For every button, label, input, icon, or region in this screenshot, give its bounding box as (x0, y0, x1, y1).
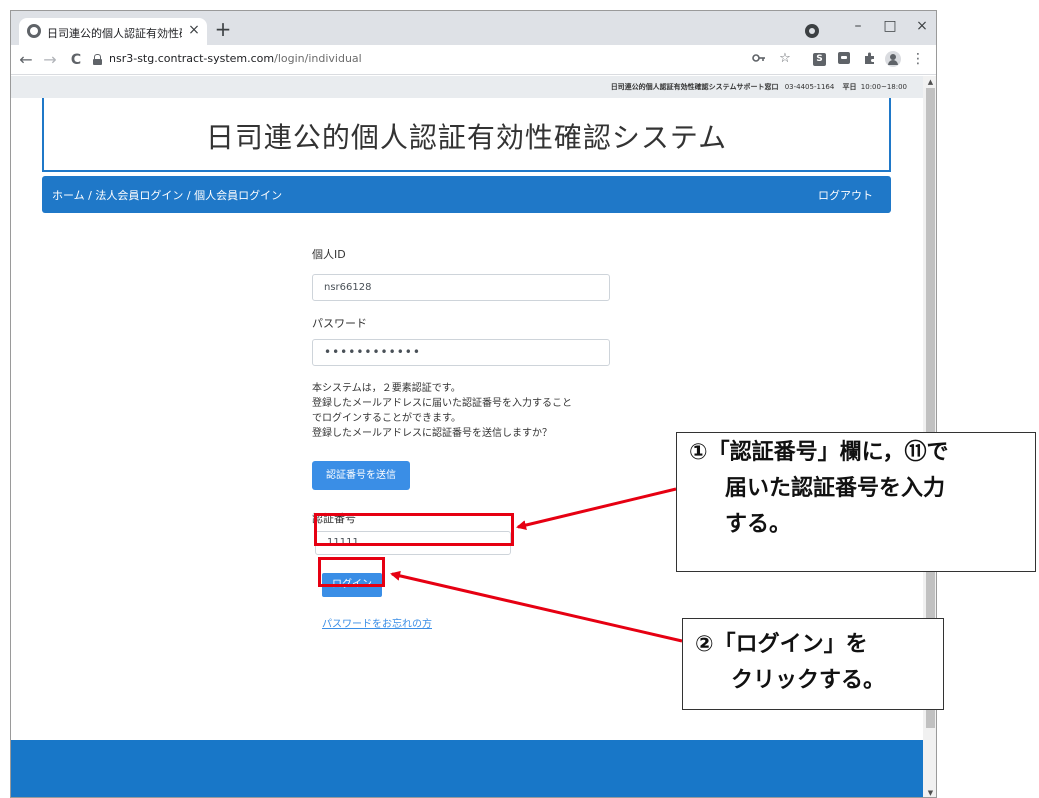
support-phone: 03-4405-1164 (784, 83, 835, 91)
breadcrumb[interactable]: ホーム / 法人会員ログイン / 個人会員ログイン (52, 187, 282, 203)
forward-button[interactable]: → (39, 49, 61, 71)
scroll-down-arrow-icon[interactable]: ▼ (926, 789, 935, 797)
callout-click-login: ②「ログイン」を クリックする。 (682, 618, 944, 710)
url-path: /login/individual (274, 52, 362, 65)
tab-close-icon[interactable]: × (186, 22, 202, 38)
code-input-highlight (314, 513, 514, 546)
browser-toolbar: ← → C nsr3-stg.contract-system.com/login… (11, 45, 936, 75)
maximize-button[interactable]: □ (875, 15, 905, 37)
star-icon[interactable]: ☆ (777, 51, 793, 67)
tab-strip: 日司連公的個人認証有効性確認シ × + – □ × (11, 11, 936, 45)
scroll-up-arrow-icon[interactable]: ▲ (926, 78, 935, 86)
support-hours-label: 平日 (842, 83, 857, 91)
extension-s-icon[interactable]: S (813, 53, 826, 66)
login-button-highlight (318, 557, 385, 587)
url-text[interactable]: nsr3-stg.contract-system.com/login/indiv… (109, 52, 362, 65)
send-code-button[interactable]: 認証番号を送信 (312, 461, 410, 490)
media-indicator-icon[interactable] (805, 24, 819, 38)
url-host: nsr3-stg.contract-system.com (109, 52, 275, 65)
menu-icon[interactable]: ⋮ (910, 51, 926, 67)
reload-button[interactable]: C (65, 49, 87, 71)
minimize-button[interactable]: – (843, 15, 873, 37)
page-footer (11, 740, 923, 797)
forgot-password-link[interactable]: パスワードをお忘れの方 (322, 615, 432, 630)
back-button[interactable]: ← (15, 49, 37, 71)
callout-line: する。 (725, 512, 792, 537)
address-bar[interactable]: nsr3-stg.contract-system.com/login/indiv… (91, 49, 736, 71)
callout-line: ②「ログイン」を (695, 632, 868, 657)
lock-icon[interactable] (93, 54, 102, 65)
support-label: 日司連公的個人認証有効性確認システムサポート窓口 (610, 83, 779, 91)
support-hours: 10:00~18:00 (860, 83, 907, 91)
notice-line: 本システムは，２要素認証です。 (312, 383, 461, 394)
callout-enter-code: ①「認証番号」欄に，⑪で 届いた認証番号を入力 する。 (676, 432, 1036, 572)
notice-line: 登録したメールアドレスに認証番号を送信しますか？ (312, 428, 552, 439)
notice-line: 登録したメールアドレスに届いた認証番号を入力すること (312, 398, 572, 409)
profile-avatar-icon[interactable] (885, 51, 901, 67)
callout-line: クリックする。 (731, 668, 886, 693)
tab-title: 日司連公的個人認証有効性確認シ (47, 27, 182, 40)
password-input[interactable]: •••••••••••• (312, 339, 610, 366)
globe-icon (27, 24, 41, 38)
page-title: 日司連公的個人認証有効性確認システム (205, 121, 728, 154)
callout-line: 届いた認証番号を入力 (725, 476, 946, 501)
puzzle-icon[interactable] (862, 51, 878, 67)
id-input[interactable]: nsr66128 (312, 274, 610, 301)
callout-line: ①「認証番号」欄に，⑪で (689, 440, 949, 465)
browser-tab[interactable]: 日司連公的個人認証有効性確認シ × (19, 18, 207, 45)
id-label: 個人ID (312, 248, 346, 261)
logout-link[interactable]: ログアウト (818, 187, 873, 203)
notice-line: でログインすることができます。 (312, 413, 461, 424)
site-header: 日司連公的個人認証有効性確認システム (42, 98, 891, 172)
new-tab-button[interactable]: + (211, 18, 235, 42)
extension-chat-icon[interactable] (836, 51, 852, 67)
key-icon[interactable] (751, 51, 767, 67)
password-label: パスワード (312, 317, 367, 330)
support-bar: 日司連公的個人認証有効性確認システムサポート窓口 03-4405-1164 平日… (11, 76, 923, 98)
two-factor-notice: 本システムは，２要素認証です。 登録したメールアドレスに届いた認証番号を入力する… (312, 381, 572, 441)
nav-bar: ホーム / 法人会員ログイン / 個人会員ログイン ログアウト (42, 176, 891, 213)
close-window-button[interactable]: × (907, 15, 936, 37)
